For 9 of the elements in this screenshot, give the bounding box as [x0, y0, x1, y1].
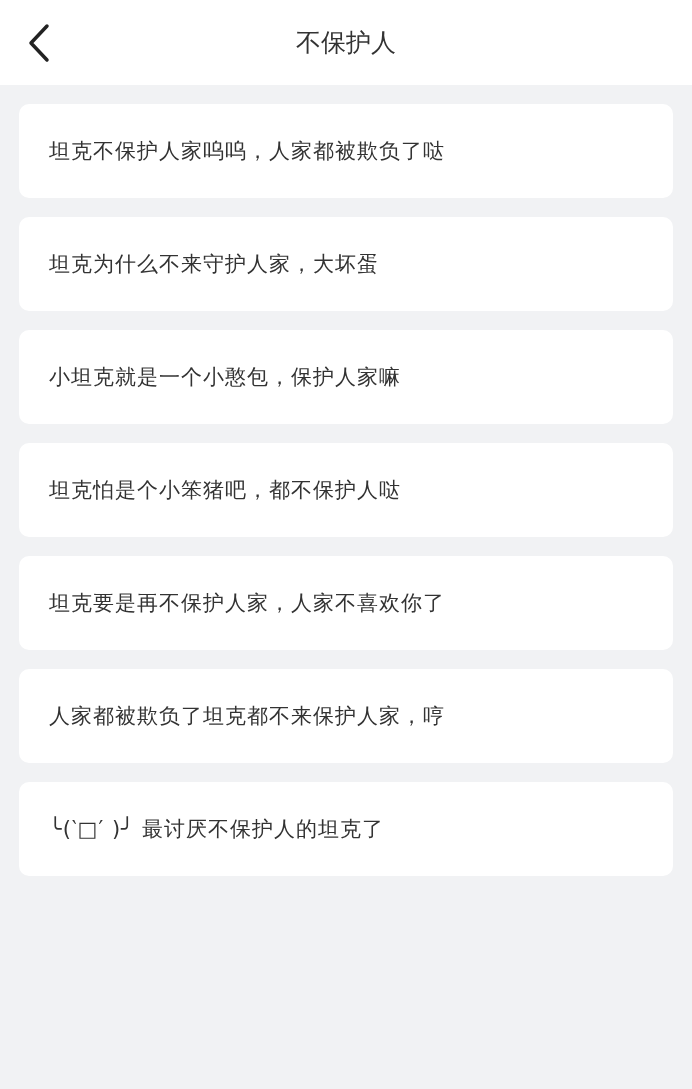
phrase-card[interactable]: 坦克要是再不保护人家，人家不喜欢你了: [19, 556, 673, 650]
page-title: 不保护人: [296, 27, 396, 59]
phrase-card[interactable]: 坦克怕是个小笨猪吧，都不保护人哒: [19, 443, 673, 537]
phrase-card[interactable]: ╰(‵□′ )╯ 最讨厌不保护人的坦克了: [19, 782, 673, 876]
back-icon: [27, 23, 51, 63]
phrase-card[interactable]: 坦克不保护人家呜呜，人家都被欺负了哒: [19, 104, 673, 198]
phrase-card[interactable]: 人家都被欺负了坦克都不来保护人家，哼: [19, 669, 673, 763]
phrase-card[interactable]: 小坦克就是一个小憨包，保护人家嘛: [19, 330, 673, 424]
phrase-card[interactable]: 坦克为什么不来守护人家，大坏蛋: [19, 217, 673, 311]
